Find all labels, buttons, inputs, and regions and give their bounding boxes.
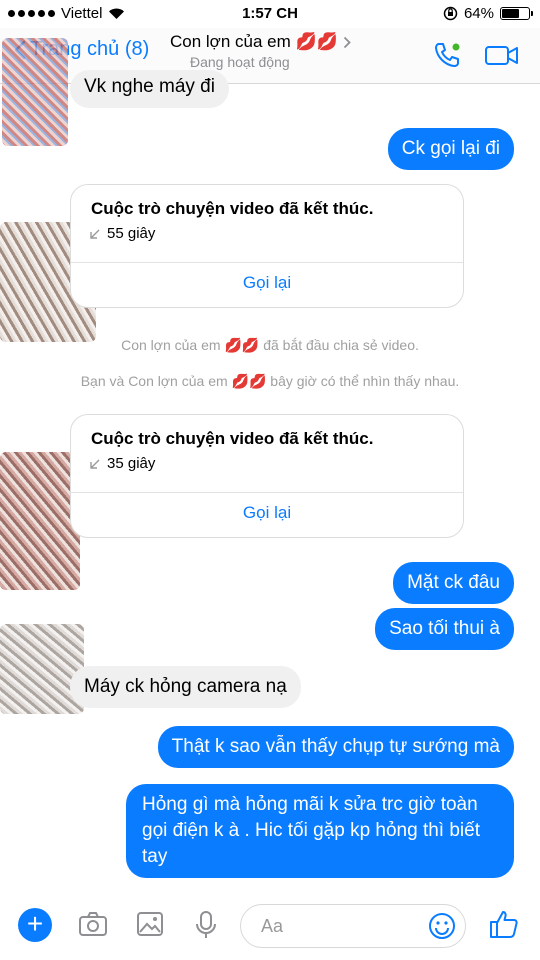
message-composer: + Aa [0,896,540,960]
outgoing-message: Mặt ck đâu [393,562,514,604]
message-text: Vk nghe máy đi [84,76,215,97]
status-bar: Viettel 1:57 CH 64% [0,0,540,28]
system-note: Con lợn của em 💋💋 đã bắt đầu chia sẻ vid… [121,337,419,353]
redacted-avatar [0,624,84,714]
call-arrow-icon [90,229,100,239]
outgoing-message: Ck gọi lại đi [387,128,514,170]
call-back-button[interactable]: Gọi lại [71,493,463,537]
message-input[interactable]: Aa [240,904,466,948]
message-text: Hỏng gì mà hỏng mãi k sửa trc giờ toàn g… [142,794,480,867]
call-duration: 35 giây [107,455,156,472]
contact-info[interactable]: Con lợn của em 💋💋 Đang hoạt động [170,32,370,70]
outgoing-message: Hỏng gì mà hỏng mãi k sửa trc giờ toàn g… [126,784,514,878]
microphone-icon[interactable] [194,910,218,940]
video-call-card: Cuộc trò chuyện video đã kết thúc. 35 gi… [70,414,464,538]
incoming-message: Máy ck hỏng camera nạ [70,666,301,708]
redacted-avatar [0,452,80,590]
outgoing-message: Thật k sao vẫn thấy chụp tự sướng mà [157,726,514,768]
chevron-right-icon [343,36,351,48]
plus-icon[interactable]: + [18,908,52,942]
message-text: Máy ck hỏng camera nạ [84,676,287,697]
call-title: Cuộc trò chuyện video đã kết thúc. [91,199,374,218]
system-note: Bạn và Con lợn của em 💋💋 bây giờ có thể … [80,373,460,389]
thumbs-up-icon[interactable] [488,908,520,940]
contact-status: Đang hoạt động [190,54,290,70]
message-text: Ck gọi lại đi [401,138,500,159]
rotation-lock-icon [443,6,458,21]
battery-percent: 64% [463,5,494,22]
incoming-message: Vk nghe máy đi [70,70,229,108]
call-back-button[interactable]: Gọi lại [71,263,463,307]
message-text: Mặt ck đâu [407,572,500,593]
camera-icon[interactable] [78,910,108,938]
message-text: Sao tối thui à [389,618,500,639]
message-text: Thật k sao vẫn thấy chụp tự sướng mà [171,736,500,757]
phone-icon[interactable] [432,40,462,70]
call-arrow-icon [90,459,100,469]
emoji-icon[interactable] [427,911,457,941]
redacted-avatar [2,38,68,146]
image-icon[interactable] [136,910,164,938]
message-placeholder: Aa [261,916,284,936]
call-duration: 55 giây [107,225,156,242]
outgoing-message: Sao tối thui à [375,608,514,650]
contact-name: Con lợn của em 💋💋 [170,32,338,51]
battery-icon [500,7,533,20]
call-title: Cuộc trò chuyện video đã kết thúc. [91,429,374,448]
video-call-card: Cuộc trò chuyện video đã kết thúc. 55 gi… [70,184,464,308]
video-call-icon[interactable] [484,40,520,70]
